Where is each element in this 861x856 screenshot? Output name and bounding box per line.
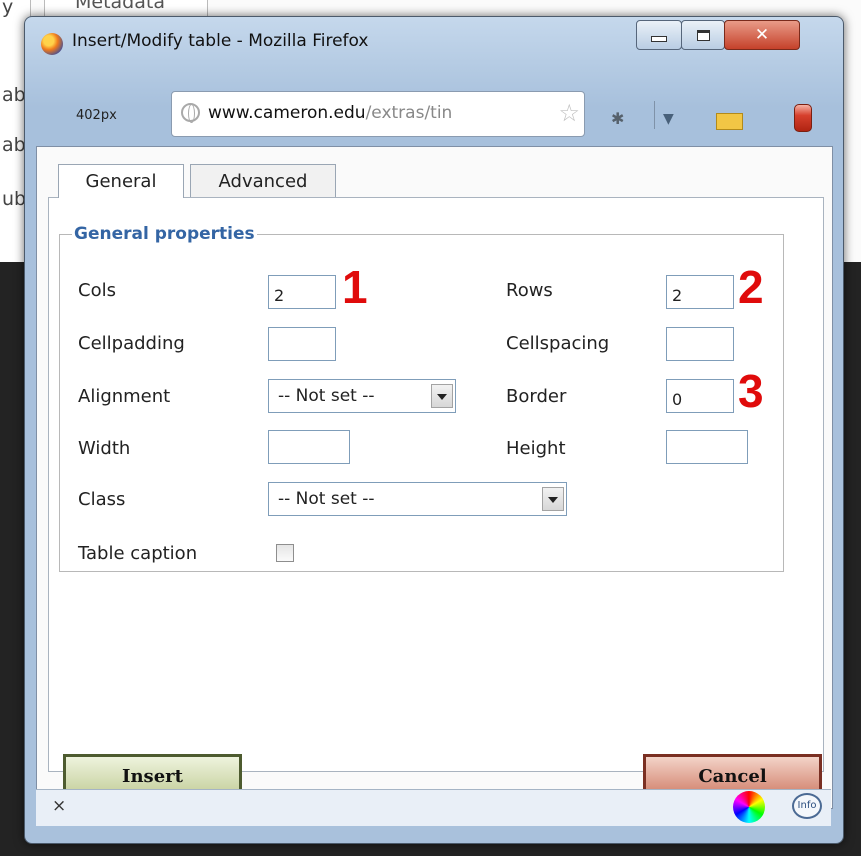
- tab-general[interactable]: General: [58, 164, 184, 198]
- insert-button[interactable]: Insert: [63, 754, 242, 794]
- annotation-1: 1: [342, 261, 368, 313]
- bg-fragment: y: [2, 0, 14, 18]
- bg-header-text: Metadata: [75, 0, 165, 13]
- popup-window: Insert/Modify table - Mozilla Firefox ✕ …: [24, 16, 844, 844]
- cols-label: Cols: [78, 280, 116, 301]
- minimize-icon: [651, 36, 667, 42]
- cellspacing-label: Cellspacing: [506, 333, 610, 354]
- cellspacing-input[interactable]: [666, 327, 734, 361]
- dropdown-icon[interactable]: ▼: [663, 111, 674, 127]
- jar-icon[interactable]: [794, 104, 812, 132]
- globe-icon: [181, 103, 200, 123]
- alignment-select[interactable]: -- Not set --: [268, 379, 456, 413]
- bg-fragment: ab: [2, 134, 26, 156]
- info-icon[interactable]: Info: [792, 793, 822, 819]
- cellpadding-input[interactable]: [268, 327, 336, 361]
- toolbar-separator: [654, 101, 655, 129]
- bg-fragment: ub: [2, 188, 27, 210]
- close-icon: ✕: [754, 25, 770, 45]
- cellpadding-label: Cellpadding: [78, 333, 185, 354]
- url-bar[interactable]: www.cameron.edu/extras/tin ☆: [171, 91, 585, 137]
- firefox-icon: [41, 33, 63, 55]
- width-label: Width: [78, 438, 131, 459]
- close-button[interactable]: ✕: [724, 20, 800, 50]
- width-input[interactable]: [268, 430, 350, 464]
- alignment-value: -- Not set --: [278, 386, 375, 406]
- height-label: Height: [506, 438, 566, 459]
- general-properties-fieldset: General properties Cols 1 Rows 2 Cellpad…: [59, 224, 784, 572]
- url-text[interactable]: www.cameron.edu/extras/tin: [208, 103, 452, 123]
- annotation-2: 2: [738, 261, 764, 313]
- general-panel: General properties Cols 1 Rows 2 Cellpad…: [48, 197, 824, 772]
- status-bar: × Info: [36, 789, 831, 826]
- close-status-icon[interactable]: ×: [52, 796, 66, 816]
- cols-input[interactable]: [268, 275, 336, 309]
- ruler-icon[interactable]: [716, 113, 743, 130]
- minimize-button[interactable]: [636, 20, 682, 50]
- zoom-level: 402px: [76, 108, 117, 123]
- class-label: Class: [78, 489, 126, 510]
- window-title: Insert/Modify table - Mozilla Firefox: [72, 31, 369, 51]
- star-icon[interactable]: ☆: [554, 99, 580, 127]
- bug-icon[interactable]: ✱: [611, 109, 624, 128]
- rows-input[interactable]: [666, 275, 734, 309]
- chevron-down-icon[interactable]: [431, 384, 453, 408]
- class-value: -- Not set --: [278, 489, 375, 509]
- tab-advanced[interactable]: Advanced: [190, 164, 336, 198]
- color-wheel-icon[interactable]: [733, 791, 765, 823]
- chevron-down-icon[interactable]: [542, 487, 564, 511]
- maximize-button[interactable]: [681, 20, 725, 50]
- height-input[interactable]: [666, 430, 748, 464]
- cancel-button[interactable]: Cancel: [643, 754, 822, 794]
- maximize-icon: [696, 29, 710, 41]
- border-input[interactable]: [666, 379, 734, 413]
- class-select[interactable]: -- Not set --: [268, 482, 567, 516]
- fieldset-legend: General properties: [74, 224, 255, 244]
- rows-label: Rows: [506, 280, 553, 301]
- url-domain: www.cameron.edu: [208, 103, 366, 123]
- alignment-label: Alignment: [78, 386, 171, 407]
- dialog-content: General Advanced General properties Cols…: [36, 146, 833, 809]
- border-label: Border: [506, 386, 567, 407]
- annotation-3: 3: [738, 365, 764, 417]
- caption-checkbox[interactable]: [276, 544, 294, 562]
- url-path: /extras/tin: [365, 103, 453, 123]
- bg-fragment: ab: [2, 84, 26, 106]
- caption-label: Table caption: [78, 543, 198, 564]
